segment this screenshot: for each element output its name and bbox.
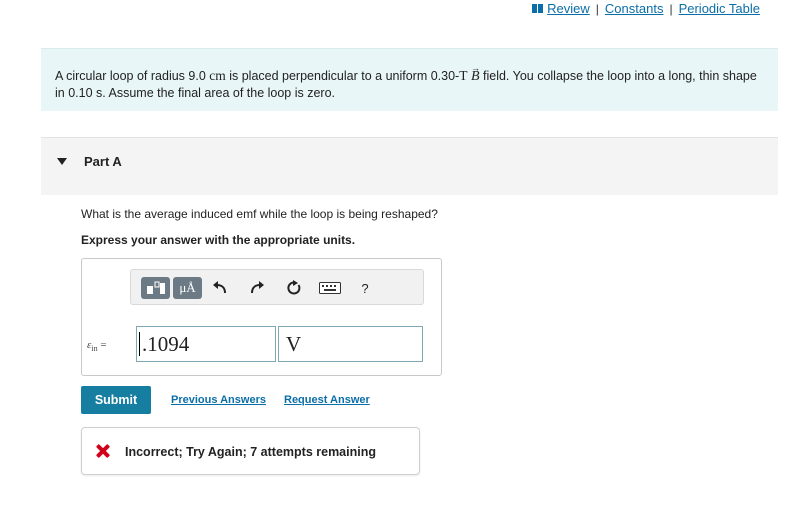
question-text: What is the average induced emf while th…: [81, 207, 438, 221]
unit-cm: cm: [209, 68, 226, 83]
top-links: Review | Constants | Periodic Table: [532, 1, 760, 16]
unit-tesla: T: [459, 68, 468, 83]
periodic-table-link[interactable]: Periodic Table: [679, 1, 760, 16]
separator: |: [669, 1, 673, 16]
answer-unit-input[interactable]: V: [278, 326, 423, 362]
separator: |: [595, 1, 599, 16]
feedback-message: Incorrect; Try Again; 7 attempts remaini…: [125, 445, 376, 459]
incorrect-x-icon: [96, 444, 110, 458]
previous-answers-link[interactable]: Previous Answers: [171, 394, 266, 406]
problem-text: A circular loop of radius 9.0: [55, 69, 210, 83]
help-icon[interactable]: ?: [353, 277, 377, 299]
request-answer-link[interactable]: Request Answer: [284, 394, 370, 406]
equals-sign: =: [97, 339, 107, 351]
vector-b: B: [471, 60, 480, 85]
answer-value-input[interactable]: .1094: [136, 326, 276, 362]
template-icon[interactable]: [141, 277, 170, 299]
problem-statement: A circular loop of radius 9.0 cm is plac…: [41, 48, 778, 111]
problem-text: is placed perpendicular to a uniform 0.3…: [225, 69, 460, 83]
reset-icon[interactable]: [283, 277, 305, 299]
review-link[interactable]: Review: [547, 1, 590, 16]
redo-icon[interactable]: [246, 277, 268, 299]
caret-down-icon[interactable]: [57, 158, 67, 165]
feedback-box: Incorrect; Try Again; 7 attempts remaini…: [81, 427, 420, 475]
submit-button[interactable]: Submit: [81, 386, 151, 414]
math-toolbar: μÅ ?: [130, 269, 424, 305]
keyboard-icon[interactable]: [317, 277, 343, 299]
constants-link[interactable]: Constants: [605, 1, 664, 16]
part-header[interactable]: Part A: [41, 137, 778, 195]
answer-label: εin =: [87, 339, 107, 353]
book-icon: [532, 4, 544, 13]
units-icon[interactable]: μÅ: [173, 277, 202, 299]
undo-icon[interactable]: [209, 277, 231, 299]
answer-panel: μÅ ? εin = .1094 V: [81, 258, 442, 376]
part-title: Part A: [84, 154, 122, 169]
answer-instruction: Express your answer with the appropriate…: [81, 233, 356, 247]
